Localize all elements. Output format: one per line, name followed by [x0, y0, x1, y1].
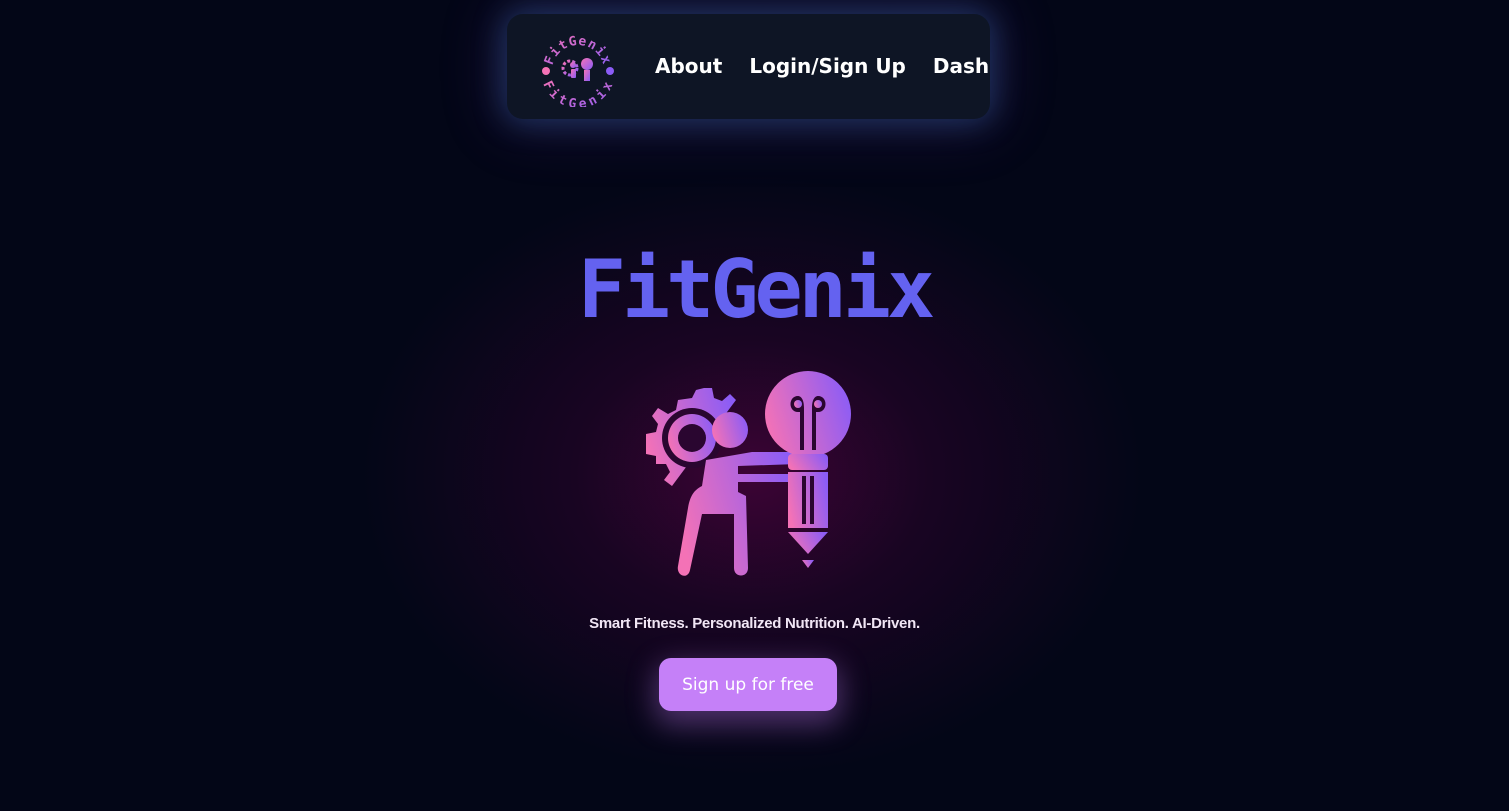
nav-login-signup-link[interactable]: Login/Sign Up — [749, 52, 906, 80]
nav-links: About Login/Sign Up Dash — [655, 52, 989, 80]
fitgenix-logo-icon[interactable]: FitGenix FitGenix — [540, 31, 616, 107]
hero-title: FitGenix — [577, 243, 935, 336]
hero-tagline: Smart Fitness. Personalized Nutrition. A… — [589, 615, 920, 632]
svg-text:FitGenix: FitGenix — [540, 79, 616, 107]
sign-up-free-button[interactable]: Sign up for free — [659, 658, 837, 711]
nav-dash-link[interactable]: Dash — [933, 52, 989, 80]
person-gear-lightbulb-pencil-icon — [646, 371, 851, 576]
navbar: FitGenix FitGenix About Login/Sign Up Da… — [507, 14, 990, 119]
landing-page: FitGenix FitGenix About Login/Sign Up Da… — [0, 0, 1509, 811]
nav-about-link[interactable]: About — [655, 52, 722, 80]
svg-text:FitGenix: FitGenix — [542, 34, 614, 67]
